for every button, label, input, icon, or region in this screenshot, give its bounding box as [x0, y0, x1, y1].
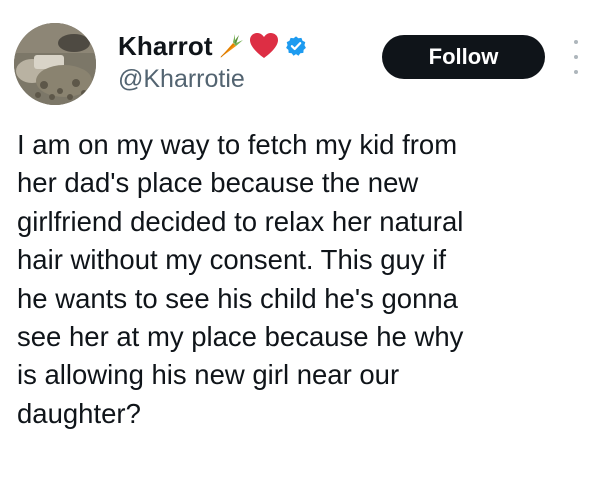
avatar-photo	[14, 23, 96, 105]
author-display-name[interactable]: Kharrot	[118, 30, 213, 62]
more-dot	[574, 70, 578, 74]
avatar[interactable]	[14, 23, 96, 105]
author-name-row: Kharrot	[118, 30, 307, 62]
follow-button[interactable]: Follow	[382, 35, 545, 79]
author-info: Kharrot @Kharrotie	[118, 30, 307, 94]
carrot-icon	[217, 32, 245, 60]
tweet-text: I am on my way to fetch my kid from her …	[17, 129, 464, 429]
verified-badge-icon	[285, 35, 307, 57]
tweet-card: Kharrot @Kharrotie Follow I am on my way…	[0, 0, 598, 492]
more-dot	[574, 55, 578, 59]
author-handle[interactable]: @Kharrotie	[118, 64, 307, 94]
red-heart-icon	[249, 32, 279, 60]
more-vertical-icon[interactable]	[568, 40, 584, 74]
more-dot	[574, 40, 578, 44]
